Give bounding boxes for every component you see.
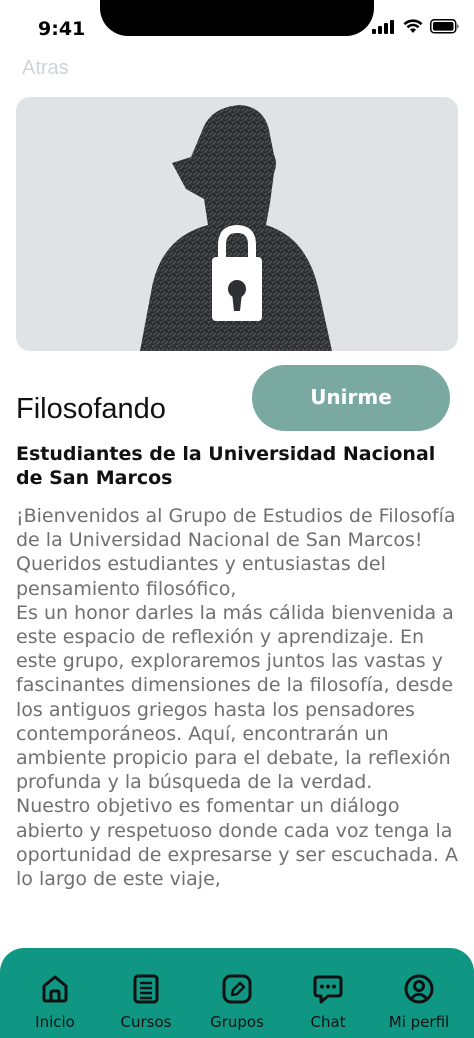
- edit-icon: [222, 974, 252, 1004]
- join-button[interactable]: Unirme: [252, 365, 450, 431]
- tab-inicio[interactable]: Inicio: [10, 972, 100, 1038]
- locked-person-icon: [140, 105, 332, 351]
- profile-icon: [404, 974, 434, 1004]
- battery-icon: [430, 19, 459, 34]
- tab-label: Mi perfil: [388, 1013, 450, 1031]
- book-icon: [133, 974, 159, 1004]
- tab-mi-perfil[interactable]: Mi perfil: [374, 972, 464, 1038]
- group-subtitle: Estudiantes de la Universidad Nacional d…: [16, 443, 436, 489]
- tab-label: Chat: [310, 1013, 346, 1031]
- home-icon: [42, 975, 68, 1003]
- bottom-tab-bar: Inicio Cursos Grupos Chat Mi perfil: [0, 948, 474, 1038]
- status-time: 9:41: [38, 18, 86, 40]
- status-bar: 9:41: [0, 0, 474, 56]
- tab-label: Grupos: [210, 1013, 264, 1031]
- device-notch: [100, 0, 374, 36]
- chat-icon: [313, 975, 343, 1004]
- tab-label: Cursos: [120, 1013, 172, 1031]
- signal-icon: [372, 19, 394, 34]
- back-link[interactable]: Atras: [22, 57, 69, 80]
- status-icons: [372, 19, 460, 34]
- group-title: Filosofando: [16, 393, 166, 425]
- tab-cursos[interactable]: Cursos: [101, 972, 191, 1038]
- tab-label: Inicio: [35, 1013, 75, 1031]
- group-cover-image: [16, 97, 458, 351]
- tab-grupos[interactable]: Grupos: [192, 972, 282, 1038]
- tab-chat[interactable]: Chat: [283, 972, 373, 1038]
- wifi-icon: [403, 19, 423, 33]
- group-description: ¡Bienvenidos al Grupo de Estudios de Fil…: [16, 505, 458, 891]
